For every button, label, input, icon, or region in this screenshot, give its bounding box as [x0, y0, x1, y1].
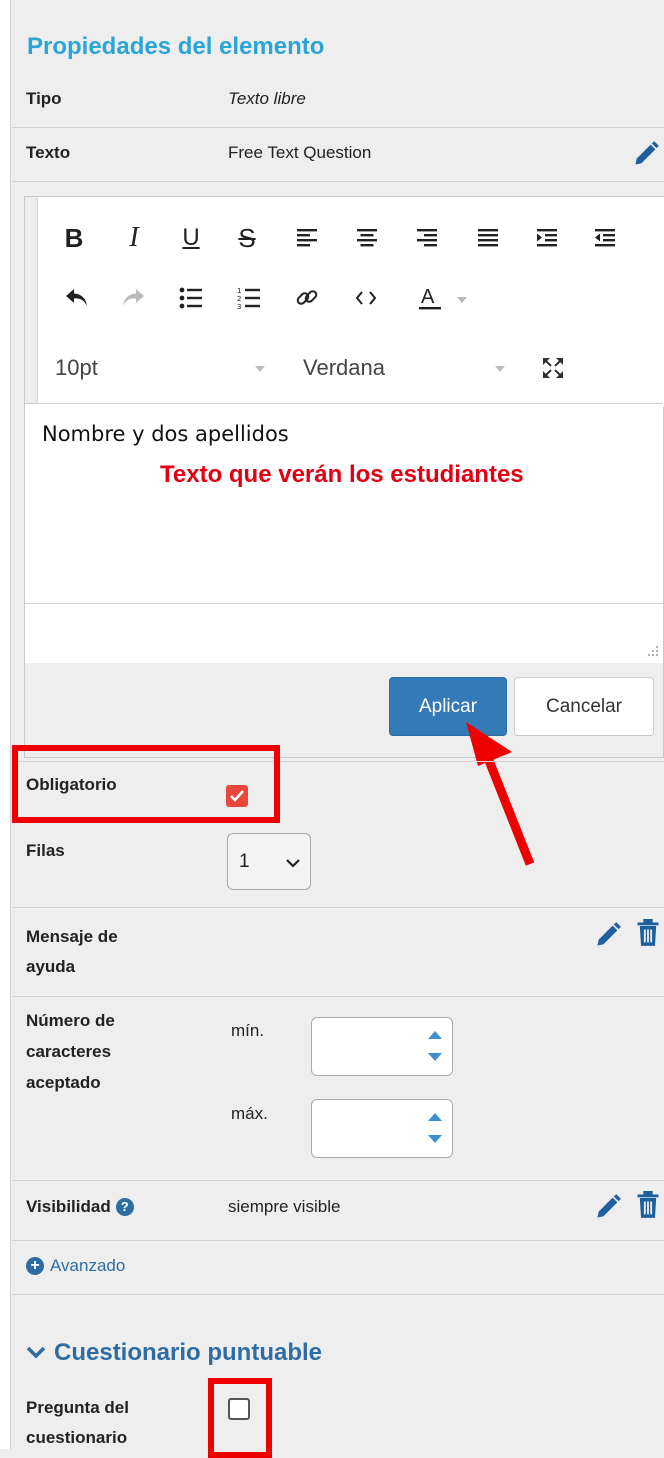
strikethrough-icon[interactable]: S	[228, 219, 266, 257]
font-family-select[interactable]: Verdana	[303, 355, 385, 381]
tipo-label: Tipo	[26, 89, 62, 108]
undo-icon[interactable]	[58, 279, 96, 317]
mensaje-label-line2: ayuda	[26, 957, 76, 976]
link-icon[interactable]	[288, 279, 326, 317]
font-size-select[interactable]: 10pt	[55, 355, 98, 381]
font-size-dropdown-icon[interactable]	[254, 364, 266, 374]
texto-value: Free Text Question	[228, 143, 372, 162]
highlight-box-quiz	[208, 1378, 272, 1458]
scored-quiz-title: Cuestionario puntuable	[54, 1339, 323, 1366]
spin-up-icon[interactable]	[428, 1113, 442, 1121]
text-color-dropdown-icon[interactable]	[456, 295, 468, 305]
divider	[12, 1180, 664, 1181]
filas-select-value: 1	[239, 851, 250, 872]
font-family-dropdown-icon[interactable]	[494, 364, 506, 374]
indent-icon[interactable]	[528, 219, 566, 257]
align-left-icon[interactable]	[288, 219, 326, 257]
numero-label-line3: aceptado	[26, 1073, 101, 1092]
editor-toolbar: B I U S 1 2 3 A 10pt Verdana	[37, 197, 664, 407]
redo-icon[interactable]	[114, 279, 152, 317]
element-properties-panel: Propiedades del elemento Tipo Texto libr…	[12, 0, 664, 1458]
divider	[12, 1294, 664, 1295]
spin-down-icon[interactable]	[428, 1135, 442, 1143]
min-chars-input[interactable]	[311, 1017, 453, 1076]
code-icon[interactable]	[347, 279, 385, 317]
annotation-text: Texto que verán los estudiantes	[160, 461, 524, 488]
fullscreen-icon[interactable]	[534, 349, 572, 387]
svg-text:A: A	[421, 286, 435, 308]
edit-text-pencil-icon[interactable]	[632, 140, 660, 168]
visibilidad-label-text: Visibilidad	[26, 1197, 111, 1216]
chevron-down-icon	[286, 859, 300, 868]
edit-visibility-pencil-icon[interactable]	[594, 1193, 622, 1221]
editor-content-area[interactable]: Nombre y dos apellidos Texto que verán l…	[25, 403, 663, 603]
bullet-list-icon[interactable]	[172, 279, 210, 317]
editor-content-text: Nombre y dos apellidos	[42, 422, 289, 446]
tipo-value: Texto libre	[228, 89, 306, 108]
mensaje-label-line1: Mensaje de	[26, 927, 118, 946]
align-right-icon[interactable]	[408, 219, 446, 257]
visibilidad-label: Visibilidad?	[26, 1192, 134, 1222]
texto-label: Texto	[26, 143, 71, 162]
italic-icon[interactable]: I	[115, 219, 153, 257]
chevron-down-icon	[26, 1346, 46, 1359]
max-chars-input[interactable]	[311, 1099, 453, 1158]
svg-text:2: 2	[237, 295, 241, 303]
align-justify-icon[interactable]	[469, 219, 507, 257]
min-label: mín.	[231, 1021, 265, 1040]
filas-select[interactable]: 1	[227, 833, 311, 890]
numbered-list-icon[interactable]: 123	[230, 279, 268, 317]
edit-help-message-pencil-icon[interactable]	[594, 921, 622, 949]
delete-visibility-trash-icon[interactable]	[636, 1191, 660, 1219]
max-label: máx.	[231, 1104, 268, 1123]
divider	[12, 181, 664, 182]
resize-grip-icon[interactable]	[647, 645, 659, 657]
align-center-icon[interactable]	[348, 219, 386, 257]
spin-up-icon[interactable]	[428, 1031, 442, 1039]
advanced-link[interactable]: + Avanzado	[26, 1256, 125, 1276]
filas-label: Filas	[26, 841, 65, 860]
advanced-link-label: Avanzado	[50, 1256, 126, 1275]
text-color-icon[interactable]: A	[411, 279, 449, 317]
svg-text:3: 3	[237, 303, 241, 310]
spin-down-icon[interactable]	[428, 1053, 442, 1061]
divider	[12, 907, 664, 908]
editor-status-bar	[25, 603, 663, 663]
underline-icon[interactable]: U	[172, 219, 210, 257]
red-arrow-annotation	[466, 722, 535, 866]
delete-help-message-trash-icon[interactable]	[636, 919, 660, 947]
panel-title: Propiedades del elemento	[27, 33, 325, 60]
outdent-icon[interactable]	[586, 219, 624, 257]
numero-label-line2: caracteres	[26, 1042, 112, 1061]
divider	[12, 127, 664, 128]
divider	[12, 996, 664, 997]
left-edge	[0, 0, 11, 1449]
scored-quiz-section-toggle[interactable]: Cuestionario puntuable	[26, 1339, 322, 1367]
question-circle-icon[interactable]: ?	[115, 1198, 134, 1216]
bold-icon[interactable]: B	[55, 219, 93, 257]
highlight-box-required	[12, 745, 280, 823]
divider	[12, 1240, 664, 1241]
rich-text-editor: B I U S 1 2 3 A 10pt Verdana Nombre y do…	[24, 196, 664, 758]
plus-circle-icon: +	[26, 1257, 44, 1275]
svg-text:1: 1	[237, 287, 241, 295]
quiz-question-label-line1: Pregunta del	[26, 1398, 129, 1417]
numero-label-line1: Número de	[26, 1011, 115, 1030]
visibilidad-value: siempre visible	[228, 1197, 341, 1216]
